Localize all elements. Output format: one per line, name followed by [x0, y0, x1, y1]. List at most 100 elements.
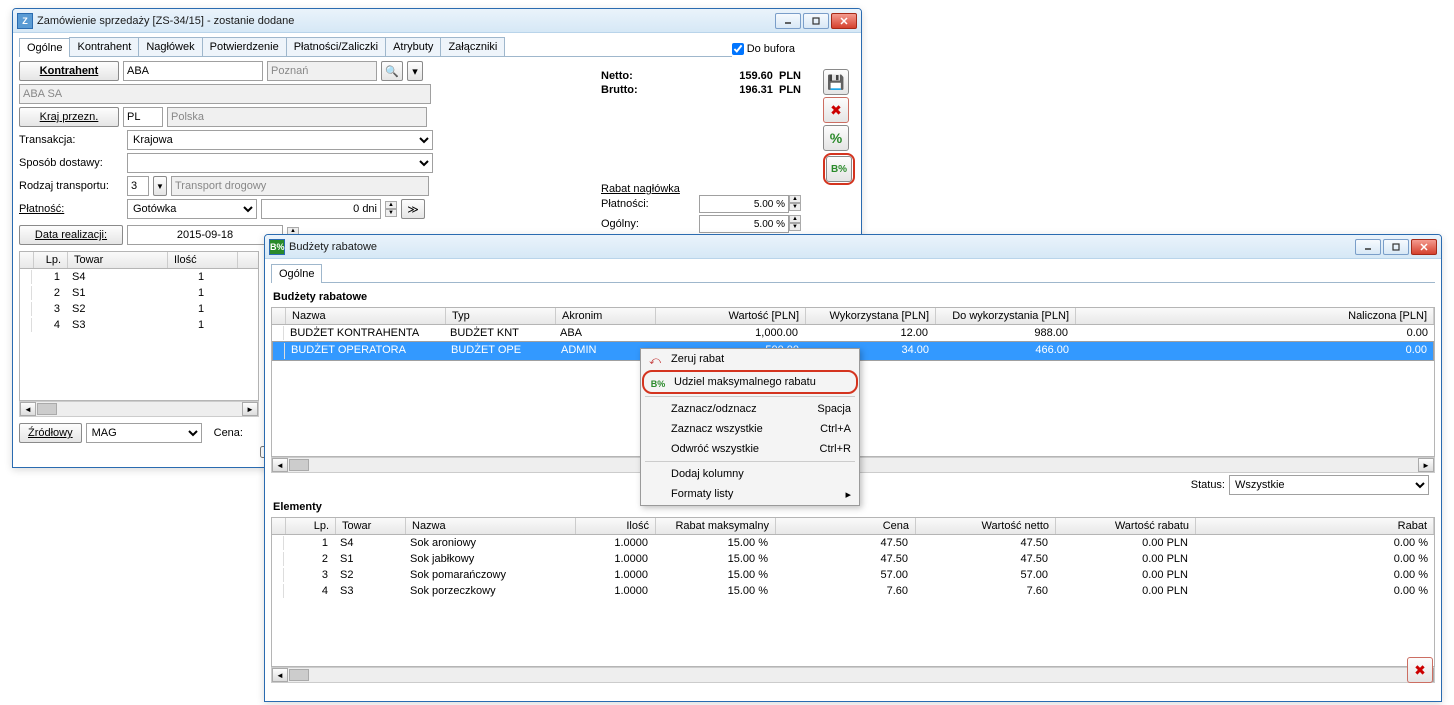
tab-potwierdzenie[interactable]: Potwierdzenie	[202, 37, 287, 56]
cancel-icon[interactable]: ✖	[823, 97, 849, 123]
kontrahent-full	[19, 84, 431, 104]
tab-zalaczniki[interactable]: Załączniki	[440, 37, 505, 56]
table-row[interactable]: 3S2Sok pomarańczowy1.000015.00 %57.0057.…	[272, 567, 1434, 583]
dostawa-select[interactable]	[127, 153, 433, 173]
dostawa-label: Sposób dostawy:	[19, 157, 123, 169]
maximize-button[interactable]	[803, 13, 829, 29]
status-label: Status:	[1191, 479, 1225, 491]
menu-dodaj-kolumny[interactable]: Dodaj kolumny	[641, 464, 859, 484]
col-rabat[interactable]: Rabat	[1196, 518, 1434, 534]
close-button[interactable]	[1411, 239, 1437, 255]
transport-label: Rodzaj transportu:	[19, 180, 123, 192]
col-nazwa[interactable]: Nazwa	[286, 308, 446, 324]
app-icon: B%	[269, 239, 285, 255]
context-menu: ⤺ Zeruj rabat B% Udziel maksymalnego rab…	[640, 348, 860, 506]
menu-formaty-listy[interactable]: Formaty listy▸	[641, 484, 859, 505]
col-ilosc[interactable]: Ilość	[168, 252, 238, 268]
minimize-button[interactable]	[775, 13, 801, 29]
menu-udziel-max-rabatu[interactable]: B% Udziel maksymalnego rabatu	[644, 372, 856, 392]
col-wartoscnetto[interactable]: Wartość netto	[916, 518, 1056, 534]
col-dowykorzystania[interactable]: Do wykorzystania [PLN]	[936, 308, 1076, 324]
do-bufora-checkbox[interactable]: Do bufora	[732, 43, 795, 55]
col-wartoscrabatu[interactable]: Wartość rabatu	[1056, 518, 1196, 534]
tabs: Ogólne Kontrahent Nagłówek Potwierdzenie…	[19, 37, 732, 57]
transakcja-label: Transakcja:	[19, 134, 123, 146]
zrodlowy-button[interactable]: Źródłowy	[19, 423, 82, 443]
col-rabatmax[interactable]: Rabat maksymalny	[656, 518, 776, 534]
kraj-code[interactable]	[123, 107, 163, 127]
col-towar[interactable]: Towar	[336, 518, 406, 534]
scrollbar-h[interactable]: ◄►	[271, 667, 1435, 683]
data-realizacji-button[interactable]: Data realizacji:	[19, 225, 123, 245]
menu-odwroc-wszystkie[interactable]: Odwróć wszystkieCtrl+R	[641, 439, 859, 459]
kraj-button[interactable]: Kraj przezn.	[19, 107, 119, 127]
menu-zaznacz-odznacz[interactable]: Zaznacz/odznaczSpacja	[641, 399, 859, 419]
menu-zaznacz-wszystkie[interactable]: Zaznacz wszystkieCtrl+A	[641, 419, 859, 439]
items-grid[interactable]: Lp. Towar Ilość 1S412S113S214S31	[19, 251, 259, 401]
titlebar[interactable]: B% Budżety rabatowe	[265, 235, 1441, 259]
close-action-button[interactable]: ✖	[1407, 657, 1433, 683]
platnosc-select[interactable]: Gotówka	[127, 199, 257, 219]
col-wartosc[interactable]: Wartość [PLN]	[656, 308, 806, 324]
rabat-plat-input[interactable]	[699, 195, 789, 213]
table-row[interactable]: 1S4Sok aroniowy1.000015.00 %47.5047.500.…	[272, 535, 1434, 551]
save-icon[interactable]: 💾	[823, 69, 849, 95]
col-lp[interactable]: Lp.	[34, 252, 68, 268]
table-row[interactable]: BUDŻET KONTRAHENTABUDŻET KNTABA1,000.001…	[272, 325, 1434, 341]
rabat-title: Rabat nagłówka	[601, 183, 801, 195]
menu-zeruj-rabat[interactable]: ⤺ Zeruj rabat	[641, 349, 859, 369]
col-towar[interactable]: Towar	[68, 252, 168, 268]
section-budgets-title: Budżety rabatowe	[271, 287, 1435, 307]
close-button[interactable]	[831, 13, 857, 29]
platnosc-dni[interactable]	[261, 199, 381, 219]
col-cena[interactable]: Cena	[776, 518, 916, 534]
elements-grid[interactable]: Lp. Towar Nazwa Ilość Rabat maksymalny C…	[271, 517, 1435, 667]
scrollbar-h[interactable]: ◄►	[19, 401, 259, 417]
chevron-right-icon: ▸	[845, 488, 851, 501]
dropdown-icon[interactable]: ▾	[407, 61, 423, 81]
titlebar[interactable]: Z Zamówienie sprzedaży [ZS-34/15] - zost…	[13, 9, 861, 33]
totals: Netto:159.60 PLN Brutto:196.31 PLN	[601, 69, 801, 97]
tab-naglowek[interactable]: Nagłówek	[138, 37, 202, 56]
table-row[interactable]: 2S1Sok jabłkowy1.000015.00 %47.5047.500.…	[272, 551, 1434, 567]
col-ilosc[interactable]: Ilość	[576, 518, 656, 534]
window-title: Zamówienie sprzedaży [ZS-34/15] - zostan…	[37, 15, 773, 27]
maximize-button[interactable]	[1383, 239, 1409, 255]
tab-kontrahent[interactable]: Kontrahent	[69, 37, 139, 56]
col-akronim[interactable]: Akronim	[556, 308, 656, 324]
budget-icon[interactable]: B%	[826, 156, 852, 182]
tab-ogolne[interactable]: Ogólne	[271, 264, 322, 283]
undo-icon: ⤺	[647, 353, 663, 369]
tab-atrybuty[interactable]: Atrybuty	[385, 37, 441, 56]
budget-button-highlight: B%	[823, 153, 855, 185]
col-naliczona[interactable]: Naliczona [PLN]	[1076, 308, 1434, 324]
col-typ[interactable]: Typ	[446, 308, 556, 324]
cena-label: Cena:	[214, 427, 243, 439]
data-realizacji-input[interactable]	[127, 225, 283, 245]
tab-platnosci[interactable]: Płatności/Zaliczki	[286, 37, 386, 56]
transport-dropdown[interactable]: ▼	[153, 176, 167, 196]
percent-icon[interactable]: %	[823, 125, 849, 151]
transakcja-select[interactable]: Krajowa	[127, 130, 433, 150]
rabat-ogol-input[interactable]	[699, 215, 789, 233]
rabat-ogol-label: Ogólny:	[601, 218, 639, 230]
transport-code[interactable]	[127, 176, 149, 196]
table-row[interactable]: 2S11	[20, 285, 258, 301]
minimize-button[interactable]	[1355, 239, 1381, 255]
table-row[interactable]: 1S41	[20, 269, 258, 285]
mag-select[interactable]: MAG	[86, 423, 202, 443]
kontrahent-button[interactable]: Kontrahent	[19, 61, 119, 81]
search-icon[interactable]: 🔍	[381, 61, 403, 81]
col-nazwa[interactable]: Nazwa	[406, 518, 576, 534]
col-lp[interactable]: Lp.	[286, 518, 336, 534]
table-row[interactable]: 4S3Sok porzeczkowy1.000015.00 %7.607.600…	[272, 583, 1434, 599]
table-row[interactable]: 4S31	[20, 317, 258, 333]
arrow-right-icon[interactable]: ≫	[401, 199, 425, 219]
tab-ogolne[interactable]: Ogólne	[19, 38, 70, 57]
table-row[interactable]: 3S21	[20, 301, 258, 317]
col-wykorzystana[interactable]: Wykorzystana [PLN]	[806, 308, 936, 324]
status-select[interactable]: Wszystkie	[1229, 475, 1429, 495]
platnosc-label: Płatność:	[19, 203, 123, 215]
kontrahent-input[interactable]	[123, 61, 263, 81]
side-buttons: 💾 ✖ % B%	[823, 69, 855, 185]
